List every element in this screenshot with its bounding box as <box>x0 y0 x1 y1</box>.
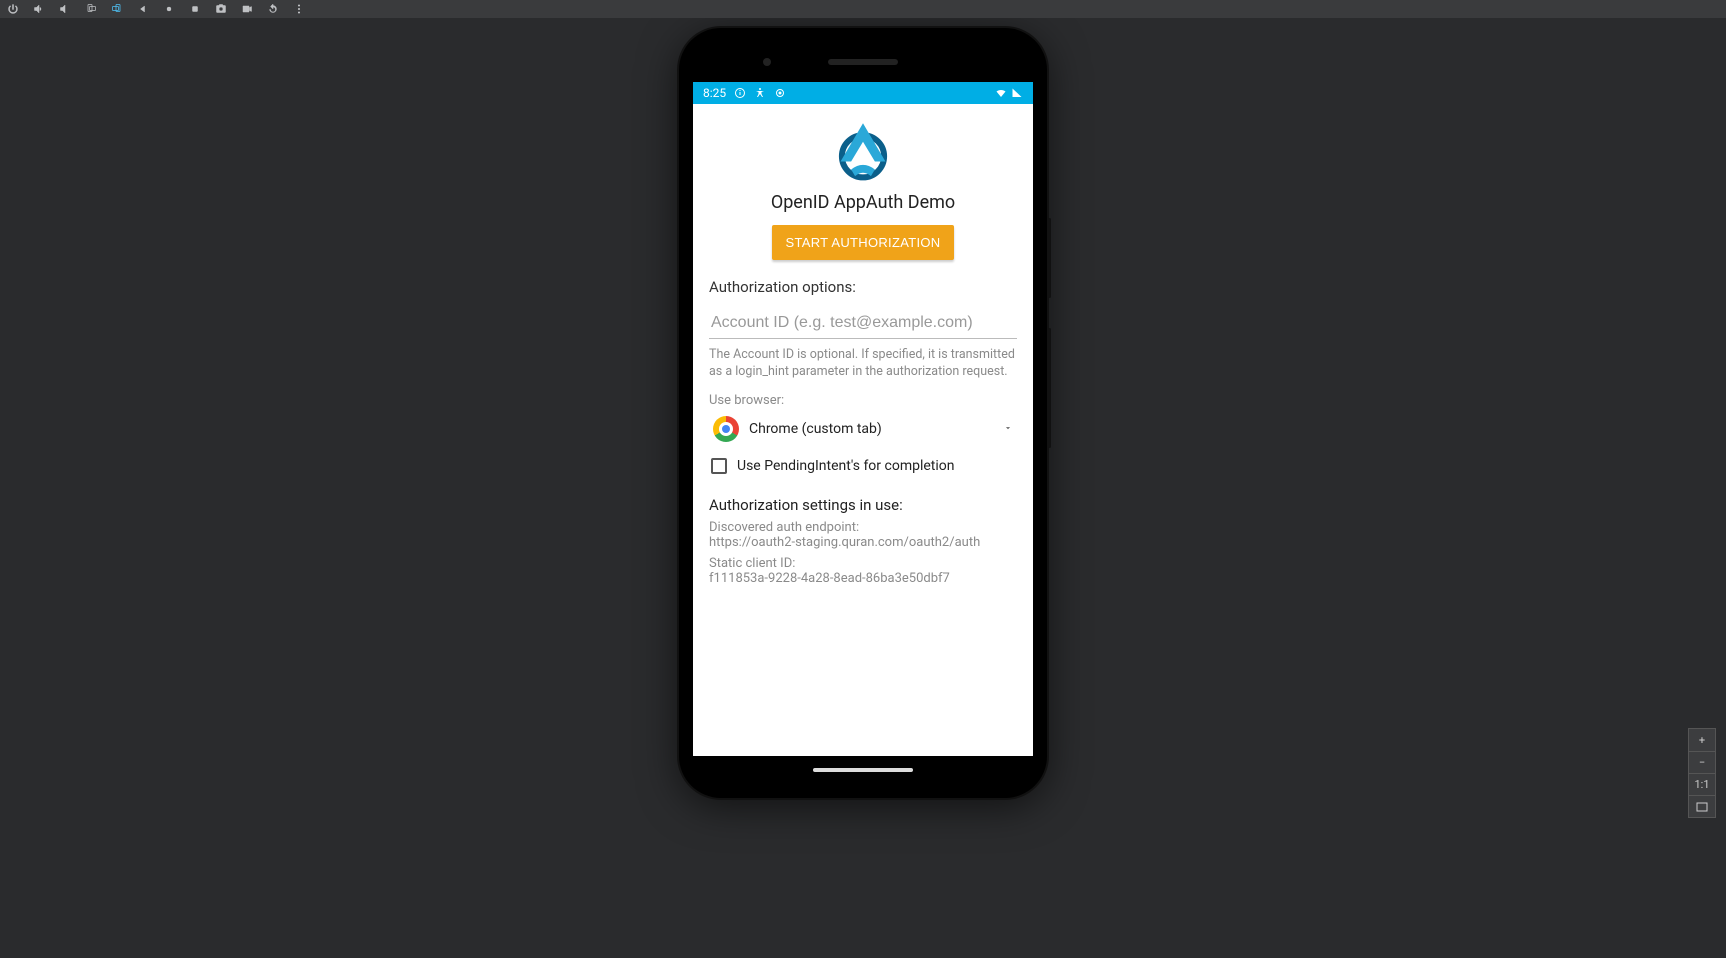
signal-icon <box>1011 87 1023 99</box>
volume-up-icon[interactable] <box>32 2 46 16</box>
chrome-icon <box>713 416 739 442</box>
reload-icon[interactable] <box>266 2 280 16</box>
browser-dropdown[interactable]: Chrome (custom tab) <box>709 408 1017 450</box>
device-frame: 8:25 <box>679 28 1047 798</box>
account-id-input[interactable] <box>709 308 1017 339</box>
circle-icon <box>774 87 786 99</box>
zoom-panel: + − 1:1 <box>1688 728 1716 818</box>
emulator-workspace: 8:25 <box>0 18 1726 958</box>
browser-dropdown-value: Chrome (custom tab) <box>749 421 882 437</box>
status-bar: 8:25 <box>693 82 1033 104</box>
use-browser-label: Use browser: <box>709 393 1017 408</box>
rotate-right-icon[interactable] <box>110 2 124 16</box>
more-icon[interactable] <box>292 2 306 16</box>
start-authorization-button[interactable]: START AUTHORIZATION <box>772 225 955 260</box>
chevron-down-icon <box>1003 421 1013 437</box>
device-nav-bar[interactable] <box>693 756 1033 784</box>
pending-intent-checkbox[interactable]: Use PendingIntent's for completion <box>709 450 1017 480</box>
volume-down-icon[interactable] <box>58 2 72 16</box>
checkbox-icon <box>711 458 727 474</box>
device-notch <box>693 42 1033 82</box>
power-icon[interactable] <box>6 2 20 16</box>
authorization-options-label: Authorization options: <box>709 278 1017 296</box>
pending-intent-label: Use PendingIntent's for completion <box>737 458 955 474</box>
screenshot-icon[interactable] <box>214 2 228 16</box>
client-id-value: f111853a-9228-4a28-8ead-86ba3e50dbf7 <box>709 571 1017 586</box>
device-screen: 8:25 <box>693 82 1033 756</box>
wifi-icon <box>995 87 1007 99</box>
client-id-label: Static client ID: <box>709 556 1017 571</box>
account-id-helper: The Account ID is optional. If specified… <box>709 347 1017 381</box>
home-icon[interactable] <box>162 2 176 16</box>
app-title: OpenID AppAuth Demo <box>771 192 955 213</box>
endpoint-label: Discovered auth endpoint: <box>709 520 1017 535</box>
overview-icon[interactable] <box>188 2 202 16</box>
info-icon <box>734 87 746 99</box>
zoom-in-button[interactable]: + <box>1689 729 1715 751</box>
record-icon[interactable] <box>240 2 254 16</box>
zoom-fit-button[interactable] <box>1689 795 1715 817</box>
accessibility-icon <box>754 87 766 99</box>
device-side-button <box>1048 218 1051 298</box>
zoom-reset-button[interactable]: 1:1 <box>1689 773 1715 795</box>
authorization-settings-label: Authorization settings in use: <box>709 496 1017 514</box>
emulator-toolbar <box>0 0 1726 18</box>
status-time: 8:25 <box>703 86 726 100</box>
back-icon[interactable] <box>136 2 150 16</box>
endpoint-value: https://oauth2-staging.quran.com/oauth2/… <box>709 535 1017 550</box>
device-side-button <box>1048 328 1051 448</box>
app-content: OpenID AppAuth Demo START AUTHORIZATION … <box>693 104 1033 756</box>
zoom-out-button[interactable]: − <box>1689 751 1715 773</box>
rotate-left-icon[interactable] <box>84 2 98 16</box>
app-logo <box>830 118 896 184</box>
